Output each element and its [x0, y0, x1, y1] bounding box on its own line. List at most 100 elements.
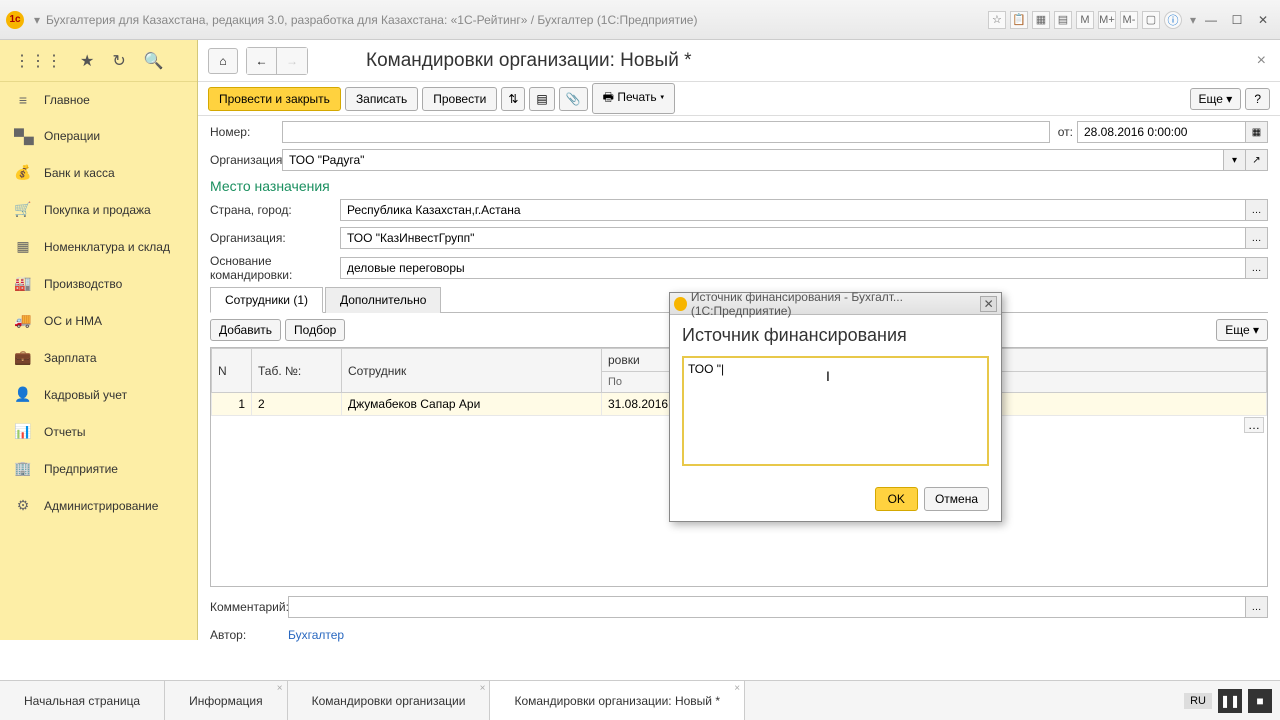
- sidebar-item-stock[interactable]: ▦Номенклатура и склад: [0, 228, 197, 265]
- calc-m-icon[interactable]: M: [1076, 11, 1094, 29]
- sidebar-item-main[interactable]: ≡Главное: [0, 82, 197, 118]
- author-link[interactable]: Бухгалтер: [288, 628, 344, 642]
- pause-icon[interactable]: ❚❚: [1218, 689, 1242, 713]
- help-button[interactable]: ?: [1245, 88, 1270, 110]
- language-indicator[interactable]: RU: [1184, 693, 1212, 709]
- comment-input[interactable]: [288, 596, 1246, 618]
- country-label: Страна, город:: [210, 203, 340, 217]
- star-icon[interactable]: ★: [80, 51, 94, 71]
- dest-org-input[interactable]: [340, 227, 1246, 249]
- country-select-button[interactable]: …: [1246, 199, 1268, 221]
- dropdown2-icon[interactable]: ▾: [1190, 13, 1196, 27]
- close-window-button[interactable]: ✕: [1252, 11, 1274, 29]
- sidebar-item-trade[interactable]: 🛒Покупка и продажа: [0, 191, 197, 228]
- post-and-close-button[interactable]: Провести и закрыть: [208, 87, 341, 111]
- btab-trips-new[interactable]: Командировки организации: Новый *×: [490, 681, 745, 720]
- sidebar-item-company[interactable]: 🏢Предприятие: [0, 450, 197, 487]
- toolbar-icon-4[interactable]: ▤: [1054, 11, 1072, 29]
- tab-employees[interactable]: Сотрудники (1): [210, 287, 323, 313]
- help-icon[interactable]: ⓘ: [1164, 11, 1182, 29]
- close-page-button[interactable]: ×: [1253, 48, 1270, 74]
- bank-icon: 💰: [14, 164, 32, 181]
- col-tab: Таб. №:: [252, 349, 342, 393]
- toolbar-icon-2[interactable]: 📋: [1010, 11, 1028, 29]
- maximize-button[interactable]: ☐: [1226, 11, 1248, 29]
- sidebar-item-reports[interactable]: 📊Отчеты: [0, 413, 197, 450]
- add-row-button[interactable]: Добавить: [210, 319, 281, 341]
- clipboard-icon[interactable]: ↻: [112, 51, 125, 71]
- col-emp: Сотрудник: [342, 349, 602, 393]
- structure-button[interactable]: ⇅: [501, 87, 525, 111]
- page-title: Командировки организации: Новый *: [366, 50, 691, 72]
- date-picker-button[interactable]: ▦: [1246, 121, 1268, 143]
- app-logo-icon: 1c: [6, 11, 24, 29]
- dropdown-icon[interactable]: ▾: [34, 13, 40, 27]
- basis-label: Основание командировки:: [210, 254, 340, 282]
- attach-button[interactable]: 📎: [559, 87, 588, 111]
- calc-mplus-icon[interactable]: M+: [1098, 11, 1116, 29]
- btab-start[interactable]: Начальная страница: [0, 681, 165, 720]
- save-button[interactable]: Записать: [345, 87, 418, 111]
- col-n: N: [212, 349, 252, 393]
- main-panel: ⌂ ← → Командировки организации: Новый * …: [198, 40, 1280, 640]
- bottom-tabs: Начальная страница Информация× Командиро…: [0, 680, 1280, 720]
- basis-select-button[interactable]: …: [1246, 257, 1268, 279]
- forward-button[interactable]: →: [277, 48, 307, 74]
- dialog-titlebar-text: Источник финансирования - Бухгалт... (1С…: [691, 290, 981, 318]
- date-input[interactable]: [1077, 121, 1246, 143]
- stop-icon[interactable]: ■: [1248, 689, 1272, 713]
- dialog-cancel-button[interactable]: Отмена: [924, 487, 989, 511]
- search-icon[interactable]: 🔍: [144, 51, 164, 71]
- btab-trips[interactable]: Командировки организации×: [288, 681, 491, 720]
- funding-source-textarea[interactable]: [682, 356, 989, 466]
- table-more-button[interactable]: Еще ▾: [1216, 319, 1268, 341]
- dialog-close-button[interactable]: ✕: [980, 296, 997, 312]
- boxes-icon: ▦: [14, 238, 32, 255]
- more-button[interactable]: Еще ▾: [1190, 88, 1242, 110]
- cart-icon: 🛒: [14, 201, 32, 218]
- dest-org-select-button[interactable]: …: [1246, 227, 1268, 249]
- toolbar-icon-1[interactable]: ☆: [988, 11, 1006, 29]
- pick-button[interactable]: Подбор: [285, 319, 345, 341]
- basis-input[interactable]: [340, 257, 1246, 279]
- org-input[interactable]: [282, 149, 1224, 171]
- btab-info[interactable]: Информация×: [165, 681, 287, 720]
- sidebar-item-salary[interactable]: 💼Зарплата: [0, 339, 197, 376]
- apps-icon[interactable]: ⋮⋮⋮: [14, 51, 62, 71]
- chart-icon: 📊: [14, 423, 32, 440]
- toolbar-icon-3[interactable]: ▦: [1032, 11, 1050, 29]
- dialog-heading: Источник финансирования: [682, 325, 989, 346]
- org-open-button[interactable]: ↗: [1246, 149, 1268, 171]
- org-dropdown-button[interactable]: ▾: [1224, 149, 1246, 171]
- menu-icon: ≡: [14, 92, 32, 108]
- country-input[interactable]: [340, 199, 1246, 221]
- comment-select-button[interactable]: …: [1246, 596, 1268, 618]
- sidebar-item-admin[interactable]: ⚙Администрирование: [0, 487, 197, 524]
- minimize-button[interactable]: —: [1200, 11, 1222, 29]
- date-label: от:: [1058, 125, 1073, 139]
- print-button[interactable]: 🖶 Печать ▾: [592, 83, 676, 114]
- operations-icon: ▀▄: [14, 128, 32, 144]
- funding-source-dialog: Источник финансирования - Бухгалт... (1С…: [669, 292, 1002, 522]
- form-button[interactable]: ▤: [529, 87, 554, 111]
- sidebar-item-hr[interactable]: 👤Кадровый учет: [0, 376, 197, 413]
- sidebar-item-assets[interactable]: 🚚ОС и НМА: [0, 302, 197, 339]
- number-input[interactable]: [282, 121, 1050, 143]
- dialog-logo-icon: [674, 297, 687, 311]
- wallet-icon: 💼: [14, 349, 32, 366]
- close-icon[interactable]: ×: [277, 683, 283, 694]
- tab-additional[interactable]: Дополнительно: [325, 287, 441, 313]
- sidebar-item-bank[interactable]: 💰Банк и касса: [0, 154, 197, 191]
- calc-mminus-icon[interactable]: M-: [1120, 11, 1138, 29]
- sidebar-item-operations[interactable]: ▀▄Операции: [0, 118, 197, 154]
- back-button[interactable]: ←: [247, 48, 277, 74]
- home-button[interactable]: ⌂: [208, 48, 238, 74]
- dialog-ok-button[interactable]: OK: [875, 487, 918, 511]
- toolbar-icon-5[interactable]: ▢: [1142, 11, 1160, 29]
- cell-ellipsis-button[interactable]: …: [1244, 417, 1264, 433]
- post-button[interactable]: Провести: [422, 87, 497, 111]
- destination-section-title: Место назначения: [210, 178, 1268, 194]
- sidebar-item-production[interactable]: 🏭Производство: [0, 265, 197, 302]
- close-icon[interactable]: ×: [480, 683, 486, 694]
- close-icon[interactable]: ×: [734, 683, 740, 694]
